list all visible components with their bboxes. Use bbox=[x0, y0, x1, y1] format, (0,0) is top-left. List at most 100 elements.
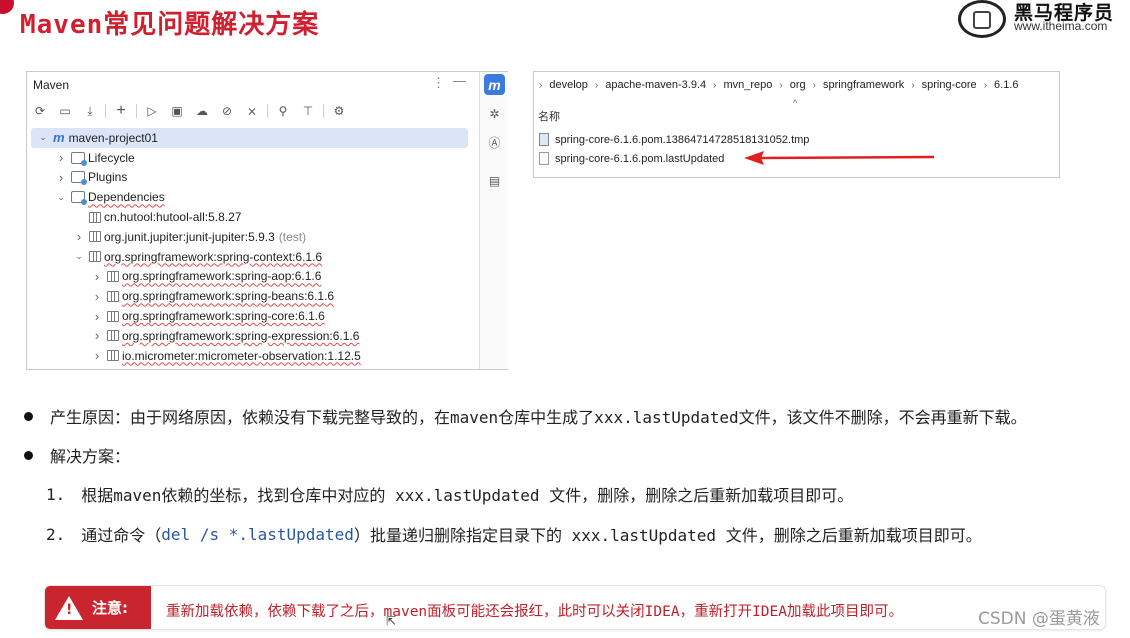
reason-label: 产生原因： bbox=[50, 408, 131, 427]
file-icon bbox=[539, 152, 549, 165]
breadcrumb-segment[interactable]: apache-maven-3.9.4 bbox=[605, 79, 706, 91]
chevron-right-icon[interactable]: › bbox=[73, 229, 85, 244]
chevron-right-icon: › bbox=[812, 79, 816, 91]
tree-node-label: Plugins bbox=[88, 170, 128, 185]
breadcrumb-segment[interactable]: mvn_repo bbox=[723, 79, 772, 91]
logo-mark-icon bbox=[958, 0, 1006, 38]
offline-mode-icon[interactable]: ☁ bbox=[193, 102, 211, 120]
tree-node[interactable]: ⌄ m maven-project01 bbox=[31, 128, 468, 148]
chevron-right-icon[interactable]: › bbox=[91, 289, 103, 304]
chevron-right-icon[interactable]: › bbox=[55, 170, 67, 185]
breadcrumb-segment[interactable]: springframework bbox=[823, 79, 904, 91]
maven-tool-button[interactable]: m bbox=[484, 74, 505, 95]
toolbar-divider bbox=[136, 104, 137, 118]
add-icon[interactable]: + bbox=[112, 102, 130, 120]
tree-node-label: org.springframework:spring-beans:6.1.6 bbox=[122, 289, 335, 304]
solution-step-2: 2. 通过命令（ del /s *.lastUpdated ）批量递归删除指定目… bbox=[46, 522, 982, 546]
tree-node[interactable]: › io.micrometer:micrometer-observation:1.… bbox=[27, 346, 479, 366]
chevron-down-icon[interactable]: ⌄ bbox=[73, 251, 85, 262]
tree-node[interactable]: › org.springframework:spring-core:6.1.6 bbox=[27, 306, 479, 326]
tree-node[interactable]: › Lifecycle bbox=[27, 148, 479, 168]
step-text-prefix: 通过命令（ bbox=[81, 526, 162, 545]
tree-node[interactable]: ⌄ Dependencies bbox=[27, 187, 479, 207]
maven-toolbar: ⟳ ▭ ⤓ + ▷ ▣ ☁ ⊘ ⨯ ⚲ ⊤ ⚙ bbox=[31, 101, 355, 121]
chevron-right-icon: › bbox=[594, 79, 599, 91]
tree-node[interactable]: › org.junit.jupiter:junit-jupiter:5.9.3 (t… bbox=[27, 227, 479, 247]
toolbar-divider bbox=[105, 104, 106, 118]
chevron-right-icon[interactable]: › bbox=[91, 309, 103, 324]
folder-icon bbox=[71, 171, 87, 186]
toolbar-divider bbox=[267, 104, 268, 118]
minimize-icon[interactable]: — bbox=[453, 73, 466, 88]
analyze-dependencies-icon[interactable]: ⚲ bbox=[274, 102, 292, 120]
run-icon[interactable]: ▷ bbox=[143, 102, 161, 120]
chevron-right-icon: › bbox=[713, 79, 717, 91]
breadcrumb-segment[interactable]: spring-core bbox=[922, 79, 977, 91]
tree-node[interactable]: ⌄ org.springframework:spring-context:6.1.… bbox=[27, 247, 479, 267]
bullet-dot-icon bbox=[24, 411, 33, 421]
tree-node-label: org.springframework:spring-aop:6.1.6 bbox=[122, 269, 322, 284]
chevron-right-icon[interactable]: › bbox=[91, 328, 103, 343]
chevron-right-icon: › bbox=[779, 79, 783, 91]
library-icon bbox=[89, 231, 101, 243]
tree-node[interactable]: › org.springframework:spring-aop:6.1.6 bbox=[27, 267, 479, 287]
settings-icon[interactable]: ⚙ bbox=[330, 102, 348, 120]
chevron-down-icon[interactable]: ⌄ bbox=[55, 192, 67, 203]
translate-icon[interactable]: Ⓐ bbox=[484, 132, 505, 153]
add-project-folder-icon[interactable]: ▭ bbox=[56, 102, 74, 120]
tree-node-label: org.junit.jupiter:junit-jupiter:5.9.3 bbox=[104, 229, 275, 244]
red-pointer-arrow-icon bbox=[744, 151, 935, 165]
library-icon bbox=[89, 251, 101, 263]
breadcrumb-segment[interactable]: org bbox=[790, 79, 806, 91]
solution-step-1: 1. 根据maven依赖的坐标，找到仓库中对应的 xxx.lastUpdated… bbox=[46, 482, 853, 506]
bullet-dot-icon bbox=[24, 450, 33, 460]
chevron-right-icon: › bbox=[911, 79, 915, 91]
chevron-right-icon[interactable]: › bbox=[91, 269, 103, 284]
sort-ascending-icon[interactable]: ^ bbox=[793, 98, 797, 108]
file-row[interactable]: spring-core-6.1.6.pom.lastUpdated bbox=[539, 152, 724, 165]
chevron-right-icon[interactable]: › bbox=[91, 348, 103, 363]
library-icon bbox=[107, 290, 119, 302]
tree-node-label: io.micrometer:micrometer-observation:1.1… bbox=[122, 348, 361, 363]
tree-node-label: org.springframework:spring-core:6.1.6 bbox=[122, 309, 325, 324]
file-name: spring-core-6.1.6.pom.lastUpdated bbox=[555, 152, 725, 165]
breadcrumb-segment[interactable]: develop bbox=[549, 79, 588, 91]
mouse-cursor-icon: ⇱ bbox=[386, 614, 397, 628]
chevron-right-icon[interactable]: › bbox=[55, 150, 67, 165]
right-tool-strip: m ✲ Ⓐ ▤ bbox=[479, 72, 508, 369]
download-icon[interactable]: ⤓ bbox=[81, 102, 99, 120]
folder-icon bbox=[71, 151, 87, 166]
run-config-icon[interactable]: ▣ bbox=[168, 102, 186, 120]
library-icon bbox=[89, 211, 101, 223]
csdn-watermark: CSDN @蛋黄液 bbox=[978, 609, 1100, 629]
show-diagram-icon[interactable]: ⊤ bbox=[299, 102, 317, 120]
slide-title: Maven常见问题解决方案 bbox=[20, 10, 320, 40]
ai-assistant-icon[interactable]: ✲ bbox=[484, 103, 505, 124]
breadcrumb-segment[interactable]: 6.1.6 bbox=[994, 79, 1018, 91]
notifications-icon[interactable]: ▤ bbox=[484, 170, 505, 191]
tree-node[interactable]: › Plugins bbox=[27, 168, 479, 188]
chevron-right-icon: › bbox=[539, 79, 543, 91]
reload-icon[interactable]: ⟳ bbox=[31, 102, 49, 120]
reason-bullet: 产生原因： 由于网络原因，依赖没有下载完整导致的，在maven仓库中生成了xxx… bbox=[24, 404, 1027, 428]
step-number: 1. bbox=[46, 484, 66, 504]
tree-node[interactable]: › org.springframework:spring-beans:6.1.6 bbox=[27, 286, 479, 306]
itheima-logo: 黑马程序员 www.itheima.com bbox=[958, 0, 1130, 38]
tree-node[interactable]: › org.springframework:spring-expression:6… bbox=[27, 326, 479, 346]
column-header-name[interactable]: 名称 bbox=[538, 108, 560, 124]
note-tag-label: 注意: bbox=[92, 599, 128, 617]
logo-url-text: www.itheima.com bbox=[1014, 19, 1108, 33]
tree-node[interactable]: cn.hutool:hutool-all:5.8.27 bbox=[27, 207, 479, 227]
maven-tool-window: Maven ⋮ — ⟳ ▭ ⤓ + ▷ ▣ ☁ ⊘ ⨯ ⚲ ⊤ ⚙ ⌄ m mave… bbox=[26, 71, 508, 370]
maven-m-icon: m bbox=[53, 130, 65, 146]
file-row[interactable]: spring-core-6.1.6.pom.138647147285181310… bbox=[539, 133, 809, 146]
maven-project-tree: ⌄ m maven-project01 › Lifecycle › Plugins ⌄ Depe… bbox=[27, 128, 479, 366]
tree-node-label: Lifecycle bbox=[88, 150, 135, 165]
note-text: 重新加载依赖，依赖下载了之后，maven面板可能还会报红，此时可以关闭IDEA，… bbox=[166, 604, 903, 620]
library-icon bbox=[107, 350, 119, 362]
chevron-down-icon[interactable]: ⌄ bbox=[37, 132, 49, 143]
collapse-all-icon[interactable]: ⨯ bbox=[243, 102, 261, 120]
skip-tests-icon[interactable]: ⊘ bbox=[218, 102, 236, 120]
more-options-icon[interactable]: ⋮ bbox=[432, 75, 445, 91]
tree-node-label: org.springframework:spring-context:6.1.6 bbox=[104, 249, 323, 264]
